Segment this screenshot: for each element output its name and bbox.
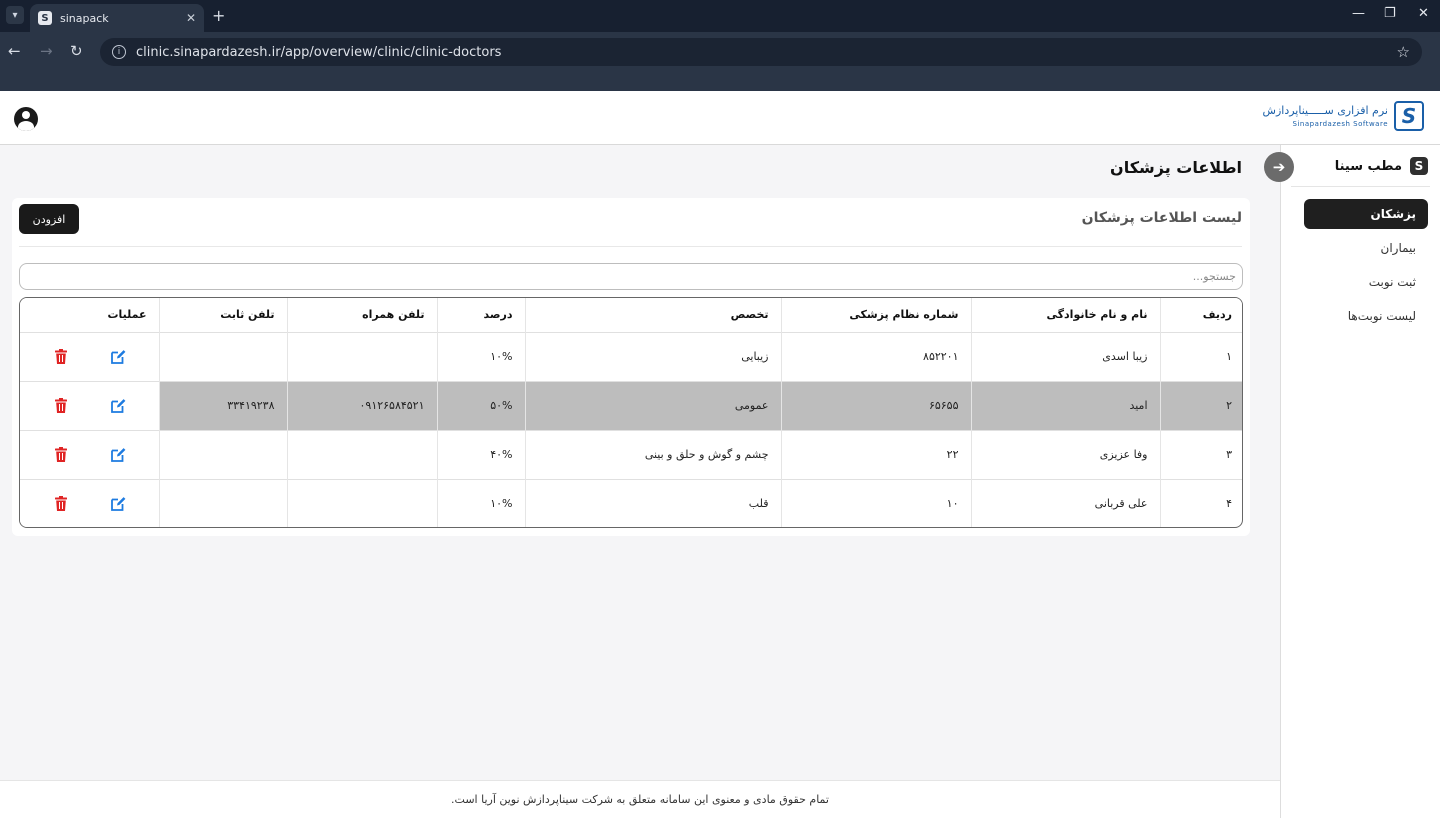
cell-ops [20, 380, 159, 430]
tab-title: sinapack [60, 11, 109, 25]
cell-percent: ۵۰% [436, 380, 525, 430]
col-header-medical-id: شماره نظام پزشکی [780, 298, 971, 332]
sidebar: S مطب سینا پزشکان بیماران ثبت نوبت لیست … [1280, 145, 1440, 818]
cell-mobile [286, 429, 437, 479]
company-logo: نرم افزاری ســـــیناپردازش Sinapardazesh… [1263, 101, 1424, 131]
cell-ops [20, 478, 159, 527]
cell-percent: ۱۰% [436, 478, 525, 527]
col-header-percent: درصد [436, 298, 525, 332]
cell-ops [20, 429, 159, 479]
edit-icon[interactable] [109, 446, 127, 464]
cell-ops [20, 331, 159, 381]
cell-mobile: ۰۹۱۲۶۵۸۴۵۲۱ [286, 380, 437, 430]
doctors-card: لیست اطلاعات پزشکان افزودن ردیف نام و نا… [12, 198, 1250, 536]
new-tab-icon[interactable]: + [212, 6, 225, 25]
brand-logo-icon: S [1410, 157, 1428, 175]
app-header: نرم افزاری ســـــیناپردازش Sinapardazesh… [0, 91, 1440, 145]
page-title: اطلاعات پزشکان [1110, 158, 1242, 177]
footer: تمام حقوق مادی و معنوی این سامانه متعلق … [0, 780, 1280, 818]
browser-chrome: ▾ S sinapack ✕ + — ❐ ✕ ← → ↻ i clinic.si… [0, 0, 1440, 91]
sidebar-item-doctors[interactable]: پزشکان [1304, 199, 1428, 229]
minimize-icon[interactable]: — [1352, 6, 1365, 21]
add-button[interactable]: افزودن [19, 204, 79, 234]
logo-mark-icon: S [1394, 101, 1424, 131]
cell-percent: ۴۰% [436, 429, 525, 479]
browser-navbar: ← → ↻ i clinic.sinapardazesh.ir/app/over… [0, 32, 1440, 91]
cell-specialty: قلب [524, 478, 781, 527]
cell-medical-id: ۸۵۲۲۰۱ [780, 331, 971, 381]
cell-phone [158, 331, 287, 381]
col-header-index: ردیف [1159, 298, 1242, 332]
reload-icon[interactable]: ↻ [70, 42, 83, 60]
cell-medical-id: ۲۲ [780, 429, 971, 479]
close-window-icon[interactable]: ✕ [1418, 6, 1429, 21]
close-tab-icon[interactable]: ✕ [186, 11, 196, 25]
col-header-phone: تلفن ثابت [158, 298, 287, 332]
sidebar-brand: S مطب سینا [1335, 157, 1428, 175]
url-text: clinic.sinapardazesh.ir/app/overview/cli… [136, 44, 502, 60]
edit-icon[interactable] [109, 495, 127, 513]
cell-specialty: زیبایی [524, 331, 781, 381]
delete-icon[interactable] [52, 446, 70, 464]
restore-icon[interactable]: ❐ [1384, 6, 1396, 21]
card-divider [19, 246, 1242, 247]
brand-name: مطب سینا [1334, 158, 1402, 174]
cell-index: ۴ [1159, 478, 1242, 527]
forward-icon[interactable]: → [40, 42, 53, 60]
delete-icon[interactable] [52, 397, 70, 415]
user-account-icon[interactable] [14, 107, 38, 131]
sidebar-divider [1291, 186, 1430, 187]
cell-name: زیبا اسدی [970, 331, 1160, 381]
col-header-mobile: تلفن همراه [286, 298, 437, 332]
cell-percent: ۱۰% [436, 331, 525, 381]
table-row[interactable]: ۴ علی قربانی ۱۰ قلب ۱۰% [20, 478, 1242, 527]
sidebar-item-appointments-list[interactable]: لیست نوبت‌ها [1304, 301, 1428, 331]
edit-icon[interactable] [109, 348, 127, 366]
logo-text-en: Sinapardazesh Software [1292, 120, 1388, 128]
site-info-icon[interactable]: i [112, 45, 126, 59]
favicon-icon: S [38, 11, 52, 25]
cell-mobile [286, 478, 437, 527]
cell-index: ۱ [1159, 331, 1242, 381]
cell-name: امید [970, 380, 1160, 430]
sidebar-item-patients[interactable]: بیماران [1304, 233, 1428, 263]
footer-copyright: تمام حقوق مادی و معنوی این سامانه متعلق … [451, 793, 829, 806]
cell-medical-id: ۶۵۶۵۵ [780, 380, 971, 430]
sidebar-collapse-arrow-icon[interactable]: ➔ [1264, 152, 1294, 182]
table-row[interactable]: ۲ امید ۶۵۶۵۵ عمومی ۵۰% ۰۹۱۲۶۵۸۴۵۲۱ ۳۳۴۱۹… [20, 380, 1242, 430]
table-row[interactable]: ۱ زیبا اسدی ۸۵۲۲۰۱ زیبایی ۱۰% [20, 331, 1242, 381]
doctors-table: ردیف نام و نام خانوادگی شماره نظام پزشکی… [19, 297, 1243, 528]
cell-phone: ۳۳۴۱۹۲۳۸ [158, 380, 287, 430]
cell-index: ۲ [1159, 380, 1242, 430]
delete-icon[interactable] [52, 348, 70, 366]
logo-text-fa: نرم افزاری ســـــیناپردازش [1262, 104, 1388, 117]
edit-icon[interactable] [109, 397, 127, 415]
delete-icon[interactable] [52, 495, 70, 513]
address-bar[interactable]: i clinic.sinapardazesh.ir/app/overview/c… [100, 38, 1422, 66]
cell-phone [158, 478, 287, 527]
table-row[interactable]: ۳ وفا عزیزی ۲۲ چشم و گوش و حلق و بینی ۴۰… [20, 429, 1242, 479]
tab-search-button[interactable]: ▾ [6, 6, 24, 24]
sidebar-menu: پزشکان بیماران ثبت نوبت لیست نوبت‌ها [1304, 199, 1428, 335]
cell-medical-id: ۱۰ [780, 478, 971, 527]
sidebar-item-book-appointment[interactable]: ثبت نوبت [1304, 267, 1428, 297]
cell-mobile [286, 331, 437, 381]
search-input[interactable] [19, 263, 1243, 290]
cell-specialty: عمومی [524, 380, 781, 430]
back-icon[interactable]: ← [8, 42, 21, 60]
table-header-row: ردیف نام و نام خانوادگی شماره نظام پزشکی… [20, 298, 1242, 332]
card-title: لیست اطلاعات پزشکان [1081, 210, 1242, 226]
tab-strip: ▾ S sinapack ✕ + — ❐ ✕ [0, 0, 1440, 32]
col-header-ops: عملیات [20, 298, 159, 332]
cell-name: علی قربانی [970, 478, 1160, 527]
cell-name: وفا عزیزی [970, 429, 1160, 479]
browser-tab[interactable]: S sinapack ✕ [30, 4, 204, 32]
cell-specialty: چشم و گوش و حلق و بینی [524, 429, 781, 479]
col-header-specialty: تخصص [524, 298, 781, 332]
col-header-name: نام و نام خانوادگی [970, 298, 1160, 332]
bookmark-star-icon[interactable]: ☆ [1397, 43, 1410, 61]
cell-phone [158, 429, 287, 479]
cell-index: ۳ [1159, 429, 1242, 479]
